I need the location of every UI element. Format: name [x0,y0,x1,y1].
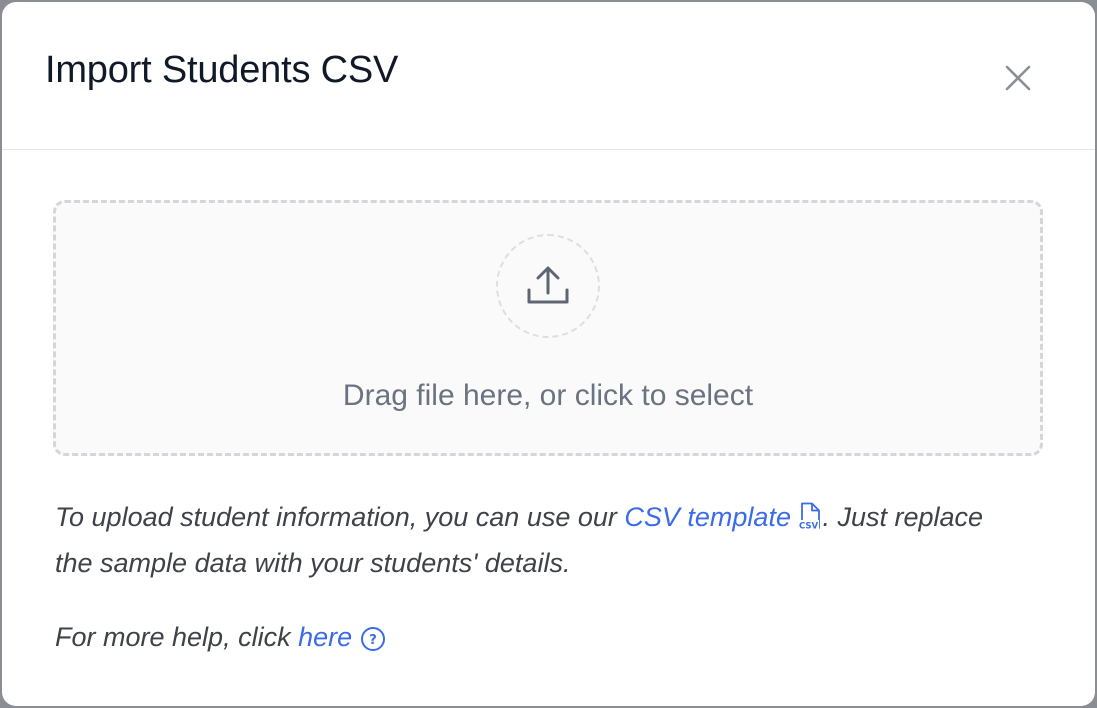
help-text: For more help, click here ? [55,617,386,663]
svg-text:?: ? [369,633,377,648]
close-button[interactable] [998,58,1038,98]
info-text-prefix: To upload student information, you can u… [55,502,617,532]
upload-icon [527,266,569,304]
dropzone-text: Drag file here, or click to select [342,379,754,412]
help-text-prefix: For more help, click [55,622,291,652]
help-link[interactable]: here [298,622,352,652]
modal-title: Import Students CSV [45,49,399,91]
svg-text:CSV: CSV [799,522,819,532]
import-students-modal: Import Students CSV Drag file here, or c… [2,2,1095,706]
csv-template-link[interactable]: CSV template [624,502,791,532]
upload-icon-circle [496,234,600,338]
csv-file-icon: CSV [798,502,822,543]
file-dropzone[interactable]: Drag file here, or click to select [53,200,1043,456]
close-icon [1005,65,1031,91]
modal-header: Import Students CSV [2,2,1095,150]
info-text: To upload student information, you can u… [55,497,1015,583]
question-circle-icon[interactable]: ? [360,623,386,663]
modal-body: Drag file here, or click to select To up… [2,150,1095,706]
